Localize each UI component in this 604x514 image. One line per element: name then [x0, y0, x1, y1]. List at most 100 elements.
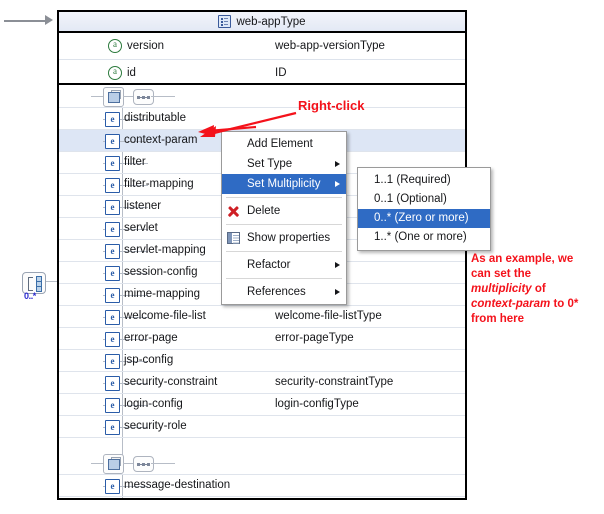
- submenu-item-optional[interactable]: 0..1 (Optional): [358, 190, 490, 209]
- element-name: listener: [124, 200, 162, 212]
- menu-item-label: Refactor: [247, 259, 291, 271]
- element-name: context-param: [124, 134, 198, 146]
- menu-item-set-type[interactable]: Set Type: [222, 154, 346, 174]
- element-name: security-constraint: [124, 376, 218, 388]
- attribute-type: web-app-versionType: [275, 40, 385, 52]
- xsd-type-title: web-appType: [236, 15, 306, 28]
- menu-item-label: Set Multiplicity: [247, 178, 321, 190]
- element-type: welcome-file-listType: [275, 310, 382, 322]
- element-icon: e: [105, 222, 120, 237]
- attribute-row[interactable]: a id ID: [59, 59, 465, 86]
- xsd-type-titlebar: web-appType: [59, 12, 465, 33]
- note-line-2: can set the: [471, 268, 532, 280]
- menu-item-refactor[interactable]: Refactor: [222, 255, 346, 275]
- element-name: servlet: [124, 222, 158, 234]
- element-icon: e: [105, 479, 120, 494]
- element-name: filter: [124, 156, 146, 168]
- xsd-complextype-icon: [218, 15, 232, 28]
- group-multiplicity-gadget[interactable]: 0..*: [22, 272, 56, 302]
- menu-separator: [226, 278, 342, 279]
- incoming-connector-arrow-icon: [45, 15, 53, 25]
- attribute-list: a version web-app-versionType a id ID: [59, 33, 465, 85]
- attribute-type: ID: [275, 67, 287, 79]
- delete-icon: [227, 205, 240, 218]
- element-icon: e: [105, 266, 120, 281]
- element-row-message-destination[interactable]: e message-destination: [59, 474, 465, 496]
- element-icon: e: [105, 244, 120, 259]
- element-name: servlet-mapping: [124, 244, 206, 256]
- element-name: filter-mapping: [124, 178, 194, 190]
- element-type: error-pageType: [275, 332, 354, 344]
- screenshot-canvas: 0..* web-appType a version web-app-versi…: [0, 0, 604, 514]
- element-row-locale-encoding-mapping-list[interactable]: e locale-encoding-mapping-list locale-en…: [59, 496, 465, 498]
- menu-item-set-multiplicity[interactable]: Set Multiplicity: [222, 174, 346, 194]
- element-row-error-page[interactable]: e error-page error-pageType: [59, 327, 465, 349]
- element-icon: e: [105, 354, 120, 369]
- group-gadget-top[interactable]: [59, 85, 465, 107]
- note-emphasis-context-param: context-param: [471, 298, 551, 310]
- submenu-item-one-or-more[interactable]: 1..* (One or more): [358, 228, 490, 247]
- group-multiplicity-label: 0..*: [24, 291, 36, 301]
- element-icon: e: [105, 398, 120, 413]
- note-emphasis-multiplicity: multiplicity: [471, 283, 532, 295]
- chevron-right-icon: [335, 288, 340, 295]
- menu-item-label: Show properties: [247, 232, 331, 244]
- element-type: login-configType: [275, 398, 359, 410]
- group-gadget-bottom[interactable]: [59, 452, 465, 474]
- submenu-item-zero-or-more[interactable]: 0..* (Zero or more): [358, 209, 490, 228]
- chevron-right-icon: [335, 180, 340, 187]
- set-multiplicity-submenu: 1..1 (Required) 0..1 (Optional) 0..* (Ze…: [357, 167, 491, 251]
- right-click-label: Right-click: [298, 98, 365, 113]
- element-name: mime-mapping: [124, 288, 201, 300]
- note-of: of: [531, 283, 546, 295]
- menu-item-label: Delete: [247, 205, 281, 217]
- element-icon: e: [105, 310, 120, 325]
- element-name: jsp-config: [124, 354, 174, 366]
- incoming-connector-line: [4, 20, 48, 22]
- element-row-security-role[interactable]: e security-role: [59, 415, 465, 437]
- element-row-login-config[interactable]: e login-config login-configType: [59, 393, 465, 415]
- element-name: error-page: [124, 332, 178, 344]
- note-line-1: As an example, we: [471, 253, 574, 265]
- menu-item-show-properties[interactable]: Show properties: [222, 228, 346, 248]
- menu-item-references[interactable]: References: [222, 282, 346, 302]
- element-name: distributable: [124, 112, 187, 124]
- note-to: to 0*: [550, 298, 579, 310]
- attribute-icon: a: [108, 66, 122, 80]
- sequence-group-icon: [133, 456, 154, 472]
- attribute-name: id: [127, 67, 136, 79]
- element-row-security-constraint[interactable]: e security-constraint security-constrain…: [59, 371, 465, 393]
- submenu-item-required[interactable]: 1..1 (Required): [358, 171, 490, 190]
- element-type: security-constraintType: [275, 376, 394, 388]
- menu-item-label: Set Type: [247, 158, 293, 170]
- element-icon: e: [105, 376, 120, 391]
- choice-group-icon: [103, 87, 124, 107]
- attribute-name: version: [127, 40, 165, 52]
- element-name: session-config: [124, 266, 198, 278]
- properties-icon: [227, 232, 240, 244]
- element-row-welcome-file-list[interactable]: e welcome-file-list welcome-file-listTyp…: [59, 305, 465, 327]
- example-note: As an example, we can set the multiplici…: [471, 252, 599, 327]
- element-icon: e: [105, 420, 120, 435]
- element-icon: e: [105, 178, 120, 193]
- attribute-row[interactable]: a version web-app-versionType: [59, 33, 465, 59]
- note-line-4: context-param to 0*: [471, 297, 599, 312]
- menu-item-label: References: [247, 286, 306, 298]
- choice-group-icon: [103, 454, 124, 474]
- context-menu: Add Element Set Type Set Multiplicity De…: [221, 131, 347, 305]
- menu-separator: [226, 251, 342, 252]
- menu-item-delete[interactable]: Delete: [222, 201, 346, 221]
- menu-separator: [226, 197, 342, 198]
- element-icon: e: [105, 112, 120, 127]
- element-row-jsp-config[interactable]: e jsp-config: [59, 349, 465, 371]
- sequence-group-icon: [133, 89, 154, 105]
- element-icon: e: [105, 156, 120, 171]
- element-icon: e: [105, 332, 120, 347]
- note-line-3: multiplicity of: [471, 282, 599, 297]
- element-icon: e: [105, 134, 120, 149]
- element-name: message-destination: [124, 479, 231, 491]
- element-name: security-role: [124, 420, 187, 432]
- element-icon: e: [105, 288, 120, 303]
- element-name: welcome-file-list: [124, 310, 206, 322]
- menu-separator: [226, 224, 342, 225]
